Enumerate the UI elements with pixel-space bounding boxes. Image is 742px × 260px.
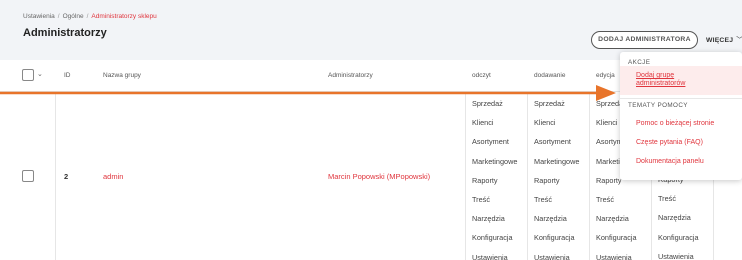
permission-item: Klienci — [534, 118, 556, 128]
breadcrumb-item-general[interactable]: Ogólne — [63, 13, 84, 20]
column-header-edit: edycja — [596, 72, 615, 79]
help-current-page-item[interactable]: Pomoc o bieżącej stronie — [636, 120, 714, 127]
more-actions-dropdown: AKCJE Dodaj grupę administratorów TEMATY… — [620, 52, 742, 180]
column-header-read: odczyt — [472, 72, 491, 79]
permission-item: Marketingowe — [472, 156, 518, 166]
column-header-id[interactable]: ID — [64, 72, 71, 79]
add-permissions-list: Sprzedaż Klienci Asortyment Marketingowe… — [534, 94, 579, 260]
menu-divider — [620, 98, 742, 99]
permission-item: Narzędzia — [472, 214, 505, 224]
permission-item: Ustawienia — [534, 252, 570, 260]
column-divider — [527, 92, 528, 260]
permission-item: Sprzedaż — [472, 99, 503, 108]
group-name-link[interactable]: admin — [103, 172, 123, 181]
permission-item: Konfiguracja — [472, 233, 513, 243]
column-header-admins: Administratorzy — [328, 72, 373, 79]
breadcrumb-separator: / — [57, 13, 60, 20]
column-header-add: dodawanie — [534, 72, 566, 79]
page-header: Ustawienia / Ogólne / Administratorzy sklepu… — [0, 0, 742, 60]
permission-item: Narzędzia — [534, 214, 567, 224]
chevron-down-icon[interactable]: ⌄ — [37, 70, 43, 78]
breadcrumb-separator: / — [86, 13, 89, 20]
actions-section-label: AKCJE — [628, 59, 651, 66]
permission-item: Raporty — [534, 175, 560, 185]
breadcrumb: Ustawienia / Ogólne / Administratorzy sklepu — [23, 13, 157, 20]
select-all-checkbox[interactable] — [22, 69, 34, 81]
more-button-label: WIĘCEJ — [706, 37, 734, 44]
column-divider — [55, 92, 56, 260]
help-section-label: TEMATY POMOCY — [628, 102, 688, 109]
permission-item: Klienci — [472, 118, 494, 128]
permission-item: Treść — [534, 194, 552, 204]
add-administrator-button[interactable]: DODAJ ADMINISTRATORA — [591, 31, 698, 49]
permission-item: Konfiguracja — [534, 233, 575, 243]
permission-item: Ustawienia — [658, 251, 694, 260]
administrator-link[interactable]: Marcin Popowski (MPopowski) — [328, 172, 430, 181]
permission-item: Raporty — [472, 175, 498, 185]
column-divider — [589, 92, 590, 260]
faq-menu-item[interactable]: Częste pytania (FAQ) — [636, 139, 703, 146]
chevron-down-icon: ﹀ — [736, 37, 742, 44]
permission-item: Treść — [658, 194, 676, 204]
permission-item: Narzędzia — [658, 213, 691, 223]
row-id: 2 — [64, 172, 69, 181]
permission-item: Konfiguracja — [658, 232, 699, 242]
extra-permissions-list: Raporty Treść Narzędzia Konfiguracja Ust… — [658, 170, 699, 260]
permission-item: Konfiguracja — [596, 233, 637, 243]
read-permissions-list: Sprzedaż Klienci Asortyment Marketingowe… — [472, 94, 517, 260]
permission-item: Marketingowe — [534, 156, 580, 166]
page-title: Administratorzy — [23, 27, 107, 39]
documentation-menu-item[interactable]: Dokumentacja panelu — [636, 158, 704, 165]
permission-item: Treść — [472, 194, 490, 204]
breadcrumb-item-current: Administratorzy sklepu — [91, 13, 157, 20]
permission-item: Sprzedaż — [534, 99, 565, 108]
column-divider — [465, 92, 466, 260]
permission-item: Ustawienia — [596, 252, 632, 260]
permission-item: Narzędzia — [596, 214, 629, 224]
permission-item: Asortyment — [534, 137, 571, 147]
permission-item: Ustawienia — [472, 252, 508, 260]
permission-item: Treść — [596, 194, 614, 204]
row-checkbox[interactable] — [22, 170, 34, 182]
column-header-group[interactable]: Nazwa grupy — [103, 72, 141, 79]
more-button[interactable]: WIĘCEJ﹀ — [706, 34, 742, 44]
permission-item: Asortyment — [472, 137, 509, 147]
breadcrumb-item-settings[interactable]: Ustawienia — [23, 13, 55, 20]
add-group-menu-item[interactable]: Dodaj grupę administratorów — [636, 72, 716, 88]
